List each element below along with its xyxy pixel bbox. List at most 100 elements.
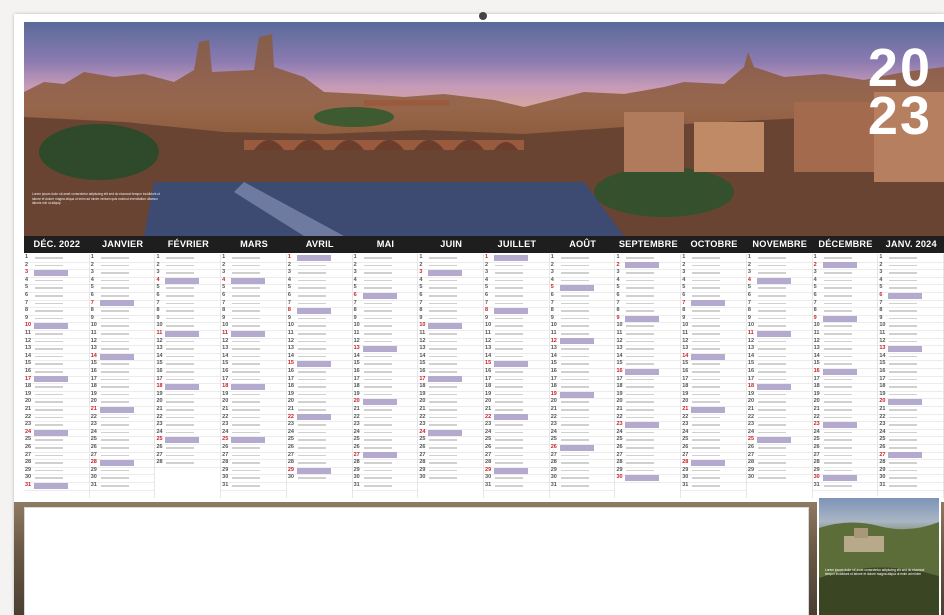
saint-name	[232, 371, 261, 373]
day-number: 18	[616, 383, 623, 390]
day-number: 28	[287, 459, 294, 466]
saint-name	[35, 462, 63, 464]
saint-name	[889, 279, 918, 282]
day-number: 5	[616, 284, 620, 291]
inset-photo: Lorem ipsum dolor sit amet consectetur a…	[819, 498, 939, 615]
saint-name	[560, 264, 589, 267]
saint-name	[429, 416, 458, 419]
day-number: 17	[485, 375, 492, 382]
saint-name	[166, 272, 195, 274]
day-number: 23	[485, 421, 492, 428]
day-number: 29	[353, 466, 360, 473]
saint-name	[823, 462, 852, 464]
day-number: 3	[25, 269, 29, 276]
day-number: 12	[419, 337, 426, 344]
day-number: 12	[682, 337, 689, 344]
saint-name	[560, 386, 589, 388]
day-number: 24	[25, 428, 32, 435]
saint-name	[823, 393, 852, 396]
saint-name	[166, 371, 195, 373]
saint-name	[363, 302, 392, 305]
day-number: 16	[419, 368, 426, 374]
day-number: 24	[90, 428, 97, 435]
saint-name	[429, 409, 458, 411]
saint-name	[429, 279, 458, 282]
day-number: 29	[485, 466, 492, 473]
day-number: 17	[747, 375, 755, 382]
day-number: 7	[90, 299, 94, 306]
day-number: 14	[156, 352, 163, 359]
day-number: 31	[813, 482, 820, 488]
day-number: 6	[353, 292, 357, 298]
day-number: 3	[419, 269, 423, 276]
day-number: 20	[747, 398, 755, 405]
sunday-band	[428, 376, 463, 383]
saint-name	[100, 295, 129, 297]
day-number: 2	[25, 261, 29, 268]
day-number: 9	[156, 314, 160, 321]
day-number: 10	[25, 322, 32, 329]
day-number: 19	[90, 390, 97, 397]
day-number: 15	[879, 360, 886, 367]
day-number: 18	[90, 383, 97, 390]
saint-name	[692, 416, 721, 419]
day-number: 8	[419, 307, 423, 314]
day-number: 21	[485, 406, 492, 412]
saint-name	[35, 477, 63, 479]
day-number: 17	[156, 375, 163, 382]
saint-name	[757, 416, 786, 419]
sunday-band	[296, 307, 331, 314]
day-number: 29	[25, 466, 32, 473]
saint-name	[692, 272, 721, 274]
saint-name	[166, 431, 195, 434]
saint-name	[166, 363, 195, 365]
saint-name	[363, 279, 392, 282]
day-number: 27	[222, 451, 229, 458]
saint-name	[692, 348, 721, 350]
day-number: 17	[813, 375, 820, 382]
day-number: 9	[879, 314, 883, 321]
saint-name	[692, 279, 721, 282]
saint-name	[35, 409, 63, 411]
saint-name	[297, 295, 326, 297]
day-number: 14	[25, 352, 32, 359]
saint-name	[297, 302, 326, 305]
day-number: 5	[682, 284, 686, 291]
day-number: 9	[287, 314, 291, 321]
day-number: 28	[156, 459, 163, 466]
saint-name	[823, 287, 852, 289]
day-number: 18	[287, 383, 294, 390]
saint-name	[363, 386, 392, 388]
month-header: AVRIL	[305, 239, 334, 249]
day-number: 17	[879, 375, 886, 382]
sunday-band	[34, 269, 68, 276]
saint-name	[823, 295, 852, 297]
month-header: DÉCEMBRE	[818, 239, 873, 249]
saint-name	[560, 469, 589, 472]
day-number: 1	[879, 254, 883, 260]
sunday-band	[625, 262, 660, 269]
saint-name	[232, 310, 261, 312]
day-number: 21	[156, 406, 163, 412]
year-label: 20 23	[868, 41, 932, 143]
day-number: 17	[353, 375, 360, 382]
saint-name	[626, 378, 655, 381]
saint-name	[232, 317, 261, 320]
day-number: 7	[485, 299, 489, 306]
day-number: 25	[682, 436, 689, 443]
saint-name	[166, 302, 195, 305]
day-number: 17	[25, 375, 32, 382]
day-number: 2	[222, 261, 226, 268]
day-number: 12	[222, 337, 229, 344]
saint-name	[297, 325, 326, 327]
saint-name	[560, 371, 589, 373]
day-number: 15	[747, 360, 755, 367]
day-number: 21	[550, 406, 557, 412]
day-number: 3	[550, 269, 554, 276]
day-number: 16	[879, 368, 886, 374]
day-number: 31	[879, 482, 886, 488]
day-number: 24	[813, 428, 820, 435]
day-number: 14	[682, 352, 689, 359]
saint-name	[823, 272, 852, 274]
month-header: JANV. 2024	[885, 239, 937, 249]
